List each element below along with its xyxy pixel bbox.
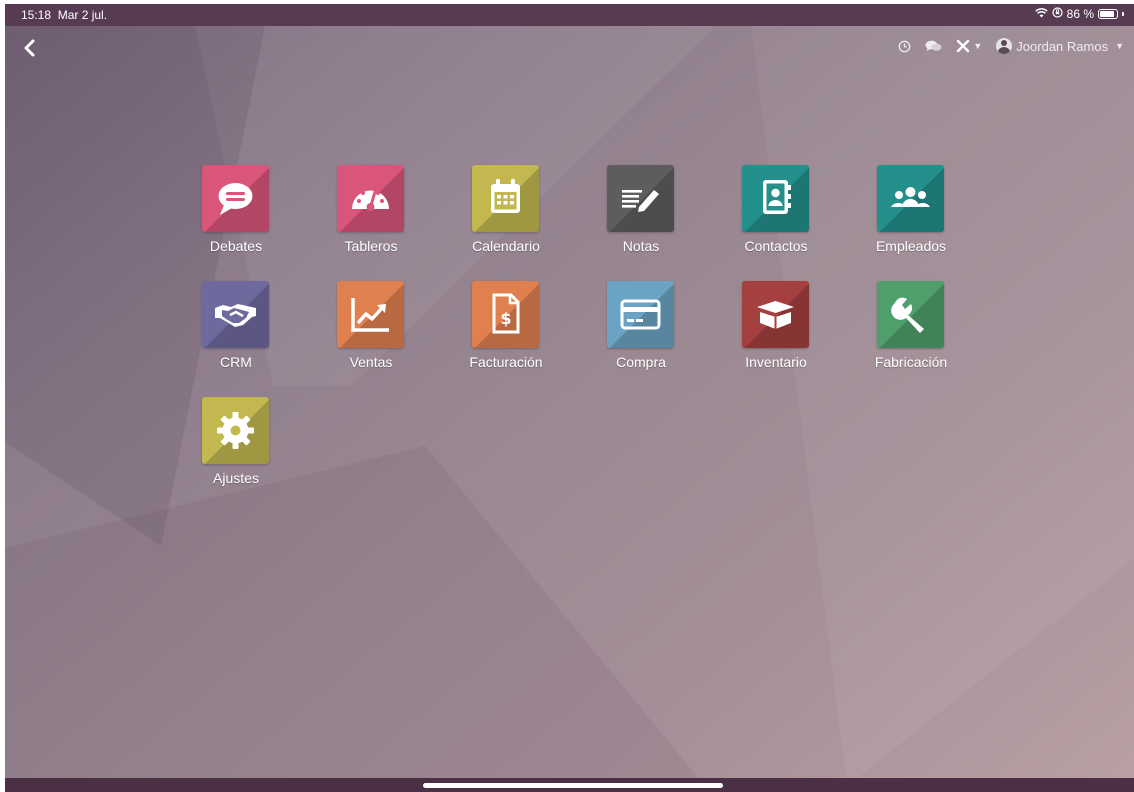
app-contactos[interactable]: Contactos (721, 165, 831, 275)
app-icon-tile (607, 165, 674, 232)
status-indicators: 86 % (1034, 7, 1124, 21)
dashboard-gauge-icon (352, 190, 389, 211)
app-icon-tile (202, 281, 269, 348)
handshake-icon (215, 304, 256, 327)
user-menu[interactable]: Joordan Ramos ▼ (996, 38, 1124, 54)
app-crm[interactable]: CRM (181, 281, 291, 391)
app-empleados[interactable]: Empleados (856, 165, 966, 275)
tools-icon (957, 39, 970, 53)
app-debates[interactable]: Debates (181, 165, 291, 275)
app-label: Facturación (469, 354, 543, 370)
background-shape (751, 26, 1134, 778)
top-navbar: ▼ Joordan Ramos ▼ (5, 26, 1134, 74)
messaging-button[interactable] (925, 40, 942, 53)
app-label: Debates (209, 238, 263, 254)
app-label: Ventas (349, 354, 393, 370)
app-label: Tableros (344, 238, 398, 254)
device-screen: 15:18 Mar 2 jul. 86 % ▼ Joordan Ramos ▼ … (5, 4, 1134, 792)
app-icon-tile (877, 281, 944, 348)
gear-icon (217, 412, 254, 449)
battery-fill (1100, 11, 1114, 17)
sales-chart-icon (351, 298, 389, 332)
app-icon-tile (742, 165, 809, 232)
app-label: Ajustes (213, 470, 259, 486)
activity-button[interactable] (898, 40, 911, 53)
app-label: Compra (616, 354, 666, 370)
battery-percent: 86 % (1066, 7, 1094, 21)
navbar-systray: ▼ Joordan Ramos ▼ (898, 38, 1124, 54)
chat-bubble-icon (218, 183, 253, 215)
app-icon-tile (337, 165, 404, 232)
status-bar: 15:18 Mar 2 jul. 86 % (5, 4, 1134, 26)
chevron-down-icon: ▼ (1115, 41, 1124, 51)
app-icon-tile (472, 165, 539, 232)
chevron-down-icon: ▼ (973, 41, 983, 51)
app-label: Empleados (875, 238, 947, 254)
app-inventario[interactable]: Inventario (721, 281, 831, 391)
app-ventas[interactable]: Ventas (316, 281, 426, 391)
app-icon-tile (202, 165, 269, 232)
app-label: Inventario (745, 354, 807, 370)
app-notas[interactable]: Notas (586, 165, 696, 275)
notes-pencil-icon (622, 190, 659, 212)
odoo-home-menu: ▼ Joordan Ramos ▼ Debates Tableros Calen… (5, 26, 1134, 778)
calendar-icon (491, 179, 520, 213)
user-name: Joordan Ramos (1016, 38, 1109, 54)
status-time-date: 15:18 Mar 2 jul. (21, 8, 107, 22)
credit-card-icon (620, 299, 661, 330)
app-facturacion[interactable]: $ Facturación (451, 281, 561, 391)
app-icon-tile (202, 397, 269, 464)
clock-icon (899, 40, 911, 52)
status-date: Mar 2 jul. (57, 8, 108, 22)
app-label: Fabricación (874, 354, 948, 370)
home-indicator[interactable] (423, 783, 723, 788)
svg-text:$: $ (500, 309, 511, 328)
chat-icon (925, 40, 942, 51)
app-compra[interactable]: Compra (586, 281, 696, 391)
app-ajustes[interactable]: Ajustes (181, 397, 291, 507)
invoice-dollar-icon: $ (492, 293, 520, 334)
back-icon (24, 39, 35, 57)
app-tableros[interactable]: Tableros (316, 165, 426, 275)
app-icon-tile (607, 281, 674, 348)
app-calendario[interactable]: Calendario (451, 165, 561, 275)
app-icon-tile: $ (472, 281, 539, 348)
address-book-icon (763, 180, 791, 214)
battery-tip (1122, 12, 1124, 16)
box-icon (757, 301, 794, 329)
wrench-icon (891, 297, 924, 333)
battery-icon (1098, 9, 1118, 19)
back-button[interactable] (19, 37, 41, 59)
status-time: 15:18 (21, 8, 52, 22)
app-fabricacion[interactable]: Fabricación (856, 281, 966, 391)
app-icon-tile (877, 165, 944, 232)
app-icon-tile (337, 281, 404, 348)
users-group-icon (891, 187, 930, 207)
wifi-icon (1034, 7, 1048, 21)
app-label: Contactos (744, 238, 808, 254)
app-label: Notas (622, 238, 660, 254)
avatar (996, 38, 1013, 54)
app-label: Calendario (472, 238, 540, 254)
orientation-lock-icon (1052, 7, 1063, 21)
app-icon-tile (742, 281, 809, 348)
debug-tools-button[interactable]: ▼ (956, 39, 982, 53)
app-label: CRM (220, 354, 252, 370)
